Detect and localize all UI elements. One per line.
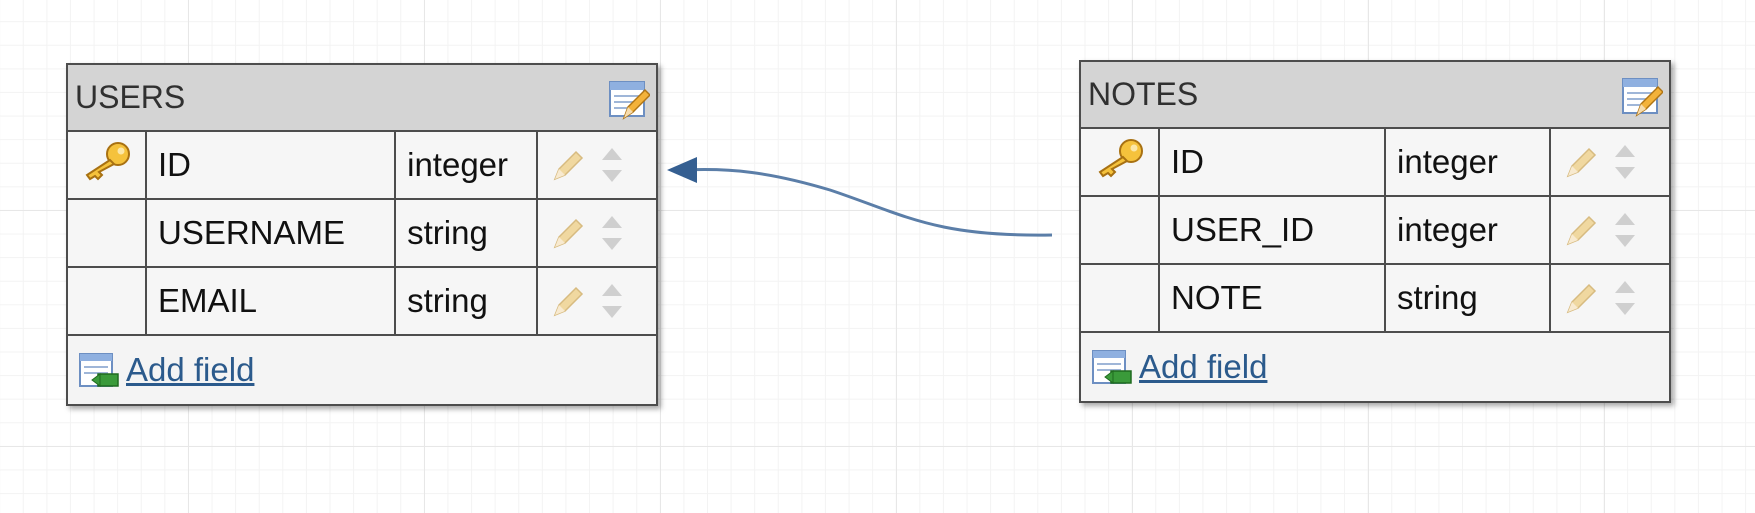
add-field-icon[interactable] xyxy=(1091,347,1133,387)
field-type[interactable]: integer xyxy=(1385,129,1551,197)
field-name[interactable]: USERNAME xyxy=(146,199,397,268)
edit-field-icon[interactable] xyxy=(1565,145,1599,179)
entity-header[interactable]: USERS xyxy=(68,65,656,132)
field-name[interactable]: USER_ID xyxy=(1159,196,1387,265)
key-cell xyxy=(68,267,147,336)
add-field-link[interactable]: Add field xyxy=(1139,348,1267,386)
key-cell xyxy=(68,132,147,200)
field-row[interactable]: ID integer xyxy=(68,132,656,200)
entity-notes[interactable]: NOTES ID integer USER_ID integer NOTE st… xyxy=(1079,60,1671,403)
entity-footer: Add field xyxy=(68,336,656,404)
entity-title: USERS xyxy=(75,79,186,115)
add-field-icon[interactable] xyxy=(78,350,120,390)
field-actions xyxy=(537,199,656,268)
field-name[interactable]: NOTE xyxy=(1159,264,1387,333)
field-type[interactable]: integer xyxy=(1385,196,1551,265)
edit-field-icon[interactable] xyxy=(552,284,586,318)
key-cell xyxy=(1081,264,1160,333)
entity-footer: Add field xyxy=(1081,333,1669,401)
field-name[interactable]: ID xyxy=(1159,129,1387,197)
edit-field-icon[interactable] xyxy=(552,216,586,250)
relation-arrowhead xyxy=(667,157,697,183)
field-row[interactable]: USERNAME string xyxy=(68,199,656,268)
primary-key-icon xyxy=(1098,139,1143,178)
field-actions xyxy=(1550,129,1669,197)
field-actions xyxy=(1550,196,1669,265)
field-row[interactable]: USER_ID integer xyxy=(1081,196,1669,265)
edit-field-icon[interactable] xyxy=(1565,213,1599,247)
reorder-field-icon[interactable] xyxy=(1613,277,1637,319)
entity-title: NOTES xyxy=(1088,76,1199,112)
field-actions xyxy=(1550,264,1669,333)
primary-key-icon xyxy=(85,142,130,181)
field-table: ID integer USER_ID integer NOTE string xyxy=(1081,129,1669,333)
add-field-link[interactable]: Add field xyxy=(126,351,254,389)
field-type[interactable]: string xyxy=(1385,264,1551,333)
entity-users[interactable]: USERS ID integer USERNAME string EMAIL s… xyxy=(66,63,658,406)
field-name[interactable]: ID xyxy=(146,132,397,200)
key-cell xyxy=(1081,129,1160,197)
reorder-field-icon[interactable] xyxy=(600,212,624,254)
key-cell xyxy=(1081,196,1160,265)
field-type[interactable]: string xyxy=(395,267,538,336)
field-type[interactable]: string xyxy=(395,199,538,268)
field-name[interactable]: EMAIL xyxy=(146,267,397,336)
reorder-field-icon[interactable] xyxy=(1613,141,1637,183)
edit-field-icon[interactable] xyxy=(552,148,586,182)
field-row[interactable]: ID integer xyxy=(1081,129,1669,197)
edit-field-icon[interactable] xyxy=(1565,281,1599,315)
reorder-field-icon[interactable] xyxy=(600,280,624,322)
field-type[interactable]: integer xyxy=(395,132,538,200)
reorder-field-icon[interactable] xyxy=(600,144,624,186)
field-actions xyxy=(537,132,656,200)
edit-table-icon[interactable] xyxy=(608,80,650,122)
key-cell xyxy=(68,199,147,268)
field-row[interactable]: NOTE string xyxy=(1081,264,1669,333)
entity-header[interactable]: NOTES xyxy=(1081,62,1669,129)
edit-table-icon[interactable] xyxy=(1621,77,1663,119)
field-row[interactable]: EMAIL string xyxy=(68,267,656,336)
relation-line[interactable] xyxy=(684,168,1053,237)
reorder-field-icon[interactable] xyxy=(1613,209,1637,251)
field-actions xyxy=(537,267,656,336)
field-table: ID integer USERNAME string EMAIL string xyxy=(68,132,656,336)
